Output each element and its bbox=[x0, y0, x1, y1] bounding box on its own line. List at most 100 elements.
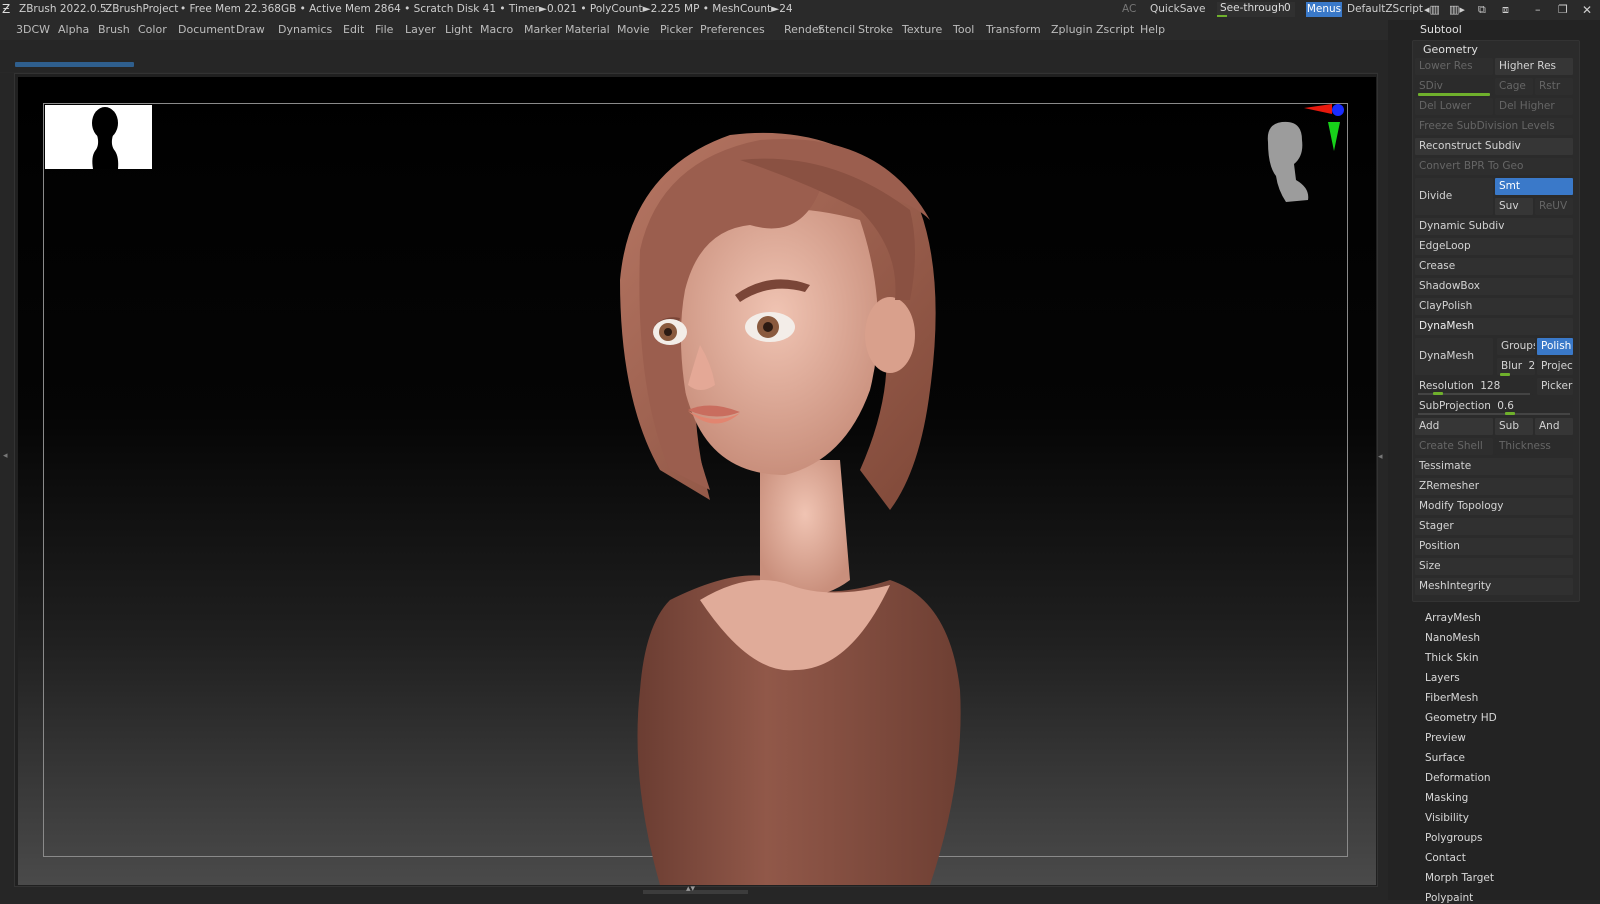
subpalette-arraymesh[interactable]: ArrayMesh bbox=[1425, 612, 1481, 624]
menu-picker[interactable]: Picker bbox=[660, 23, 693, 36]
subpalette-contact[interactable]: Contact bbox=[1425, 852, 1466, 864]
menu-3dcw[interactable]: 3DCW bbox=[16, 23, 50, 36]
and-button[interactable]: And bbox=[1535, 418, 1573, 435]
subpalette-layers[interactable]: Layers bbox=[1425, 672, 1460, 684]
rstr-button[interactable]: Rstr bbox=[1535, 78, 1573, 95]
gizmo-head-icon[interactable] bbox=[1267, 121, 1309, 202]
menu-edit[interactable]: Edit bbox=[343, 23, 364, 36]
tray-left-icon[interactable]: ◂▥ bbox=[1424, 3, 1440, 16]
stager-subpalette[interactable]: Stager bbox=[1415, 518, 1573, 535]
menus-toggle[interactable]: Menus bbox=[1306, 2, 1342, 17]
menu-document[interactable]: Document bbox=[178, 23, 235, 36]
subpalette-fibermesh[interactable]: FiberMesh bbox=[1425, 692, 1478, 704]
tessimate-subpalette[interactable]: Tessimate bbox=[1415, 458, 1573, 475]
smt-toggle[interactable]: Smt bbox=[1495, 178, 1573, 195]
menu-brush[interactable]: Brush bbox=[98, 23, 130, 36]
menu-help[interactable]: Help bbox=[1140, 23, 1165, 36]
navigator-thumbnail[interactable] bbox=[45, 105, 152, 169]
bottom-tray-toggle-icon[interactable]: ▴▾ bbox=[686, 884, 695, 894]
menu-macro[interactable]: Macro bbox=[480, 23, 513, 36]
create-shell-button[interactable]: Create Shell bbox=[1415, 438, 1493, 455]
shadowbox-subpalette[interactable]: ShadowBox bbox=[1415, 278, 1573, 295]
menu-stroke[interactable]: Stroke bbox=[858, 23, 893, 36]
claypolish-subpalette[interactable]: ClayPolish bbox=[1415, 298, 1573, 315]
restore-icon[interactable]: ❐ bbox=[1558, 3, 1568, 16]
subpalette-visibility[interactable]: Visibility bbox=[1425, 812, 1469, 824]
position-subpalette[interactable]: Position bbox=[1415, 538, 1573, 555]
edgeloop-subpalette[interactable]: EdgeLoop bbox=[1415, 238, 1573, 255]
navigation-gizmo[interactable] bbox=[1258, 104, 1348, 204]
quicksave-button[interactable]: QuickSave bbox=[1150, 3, 1205, 15]
right-tray-toggle-icon[interactable]: ◂ bbox=[1378, 452, 1383, 462]
zbrush-logo-icon[interactable]: Ƶ bbox=[2, 2, 10, 16]
suv-toggle[interactable]: Suv bbox=[1495, 198, 1533, 215]
lower-res-button[interactable]: Lower Res bbox=[1415, 58, 1493, 75]
menu-material[interactable]: Material bbox=[565, 23, 610, 36]
menu-dynamics[interactable]: Dynamics bbox=[278, 23, 332, 36]
menu-transform[interactable]: Transform bbox=[986, 23, 1041, 36]
subpalette-polygroups[interactable]: Polygroups bbox=[1425, 832, 1482, 844]
sub-button[interactable]: Sub bbox=[1495, 418, 1533, 435]
del-higher-button[interactable]: Del Higher bbox=[1495, 98, 1573, 115]
crease-subpalette[interactable]: Crease bbox=[1415, 258, 1573, 275]
thickness-slider[interactable]: Thickness bbox=[1495, 438, 1573, 455]
subpalette-thick-skin[interactable]: Thick Skin bbox=[1425, 652, 1479, 664]
polish-toggle[interactable]: Polish bbox=[1537, 338, 1573, 355]
gizmo-y-axis[interactable] bbox=[1328, 122, 1340, 151]
subpalette-geometry-hd[interactable]: Geometry HD bbox=[1425, 712, 1497, 724]
cage-button[interactable]: Cage bbox=[1495, 78, 1533, 95]
menu-stencil[interactable]: Stencil bbox=[818, 23, 855, 36]
gizmo-x-axis[interactable] bbox=[1304, 104, 1332, 114]
dynamesh-subpalette[interactable]: DynaMesh bbox=[1415, 318, 1573, 335]
reconstruct-subdiv-button[interactable]: Reconstruct Subdiv bbox=[1415, 138, 1573, 155]
reuv-button[interactable]: ReUV bbox=[1535, 198, 1573, 215]
ac-label[interactable]: AC bbox=[1122, 3, 1136, 15]
menu-file[interactable]: File bbox=[375, 23, 393, 36]
menu-zplugin[interactable]: Zplugin bbox=[1051, 23, 1093, 36]
subpalette-nanomesh[interactable]: NanoMesh bbox=[1425, 632, 1480, 644]
dynamesh-button[interactable]: DynaMesh bbox=[1415, 338, 1493, 375]
add-button[interactable]: Add bbox=[1415, 418, 1493, 435]
bottom-tray-handle[interactable] bbox=[643, 890, 748, 894]
dynamic-subdiv-subpalette[interactable]: Dynamic Subdiv bbox=[1415, 218, 1573, 235]
subtool-header[interactable]: Subtool bbox=[1420, 23, 1462, 36]
menu-movie[interactable]: Movie bbox=[617, 23, 650, 36]
picker-button[interactable]: Picker bbox=[1537, 378, 1573, 395]
freeze-subdivision-button[interactable]: Freeze SubDivision Levels bbox=[1415, 118, 1573, 135]
groups-toggle[interactable]: Groups bbox=[1497, 338, 1535, 355]
menu-texture[interactable]: Texture bbox=[902, 23, 942, 36]
menu-light[interactable]: Light bbox=[445, 23, 472, 36]
menu-alpha[interactable]: Alpha bbox=[58, 23, 89, 36]
minimize-icon[interactable]: – bbox=[1535, 3, 1541, 16]
tray-right-icon[interactable]: ▥▸ bbox=[1449, 3, 1465, 16]
menu-tool[interactable]: Tool bbox=[953, 23, 974, 36]
del-lower-button[interactable]: Del Lower bbox=[1415, 98, 1493, 115]
menu-marker[interactable]: Marker bbox=[524, 23, 562, 36]
subpalette-deformation[interactable]: Deformation bbox=[1425, 772, 1491, 784]
sculpt-model[interactable] bbox=[600, 130, 1000, 885]
subpalette-morph-target[interactable]: Morph Target bbox=[1425, 872, 1494, 884]
left-tray-toggle-icon[interactable]: ◂ bbox=[3, 451, 8, 461]
layout-icon[interactable]: ⧉ bbox=[1478, 3, 1486, 17]
subpalette-masking[interactable]: Masking bbox=[1425, 792, 1468, 804]
menu-zscript[interactable]: Zscript bbox=[1096, 23, 1134, 36]
geometry-header[interactable]: Geometry bbox=[1423, 43, 1478, 56]
subpalette-preview[interactable]: Preview bbox=[1425, 732, 1466, 744]
subpalette-surface[interactable]: Surface bbox=[1425, 752, 1465, 764]
convert-bpr-button[interactable]: Convert BPR To Geo bbox=[1415, 158, 1573, 175]
menu-draw[interactable]: Draw bbox=[236, 23, 265, 36]
project-toggle[interactable]: Project bbox=[1537, 358, 1573, 375]
see-through-slider[interactable]: See-through 0 bbox=[1217, 2, 1295, 17]
close-icon[interactable]: ✕ bbox=[1582, 3, 1592, 17]
menu-preferences[interactable]: Preferences bbox=[700, 23, 765, 36]
copy-layout-icon[interactable]: ⧈ bbox=[1502, 3, 1509, 17]
higher-res-button[interactable]: Higher Res bbox=[1495, 58, 1573, 75]
default-zscript-button[interactable]: DefaultZScript bbox=[1347, 3, 1423, 15]
gizmo-z-axis[interactable] bbox=[1332, 104, 1344, 116]
menu-color[interactable]: Color bbox=[138, 23, 167, 36]
size-subpalette[interactable]: Size bbox=[1415, 558, 1573, 575]
meshintegrity-subpalette[interactable]: MeshIntegrity bbox=[1415, 578, 1573, 595]
subpalette-polypaint[interactable]: Polypaint bbox=[1425, 892, 1473, 904]
modify-topology-subpalette[interactable]: Modify Topology bbox=[1415, 498, 1573, 515]
zremesher-subpalette[interactable]: ZRemesher bbox=[1415, 478, 1573, 495]
